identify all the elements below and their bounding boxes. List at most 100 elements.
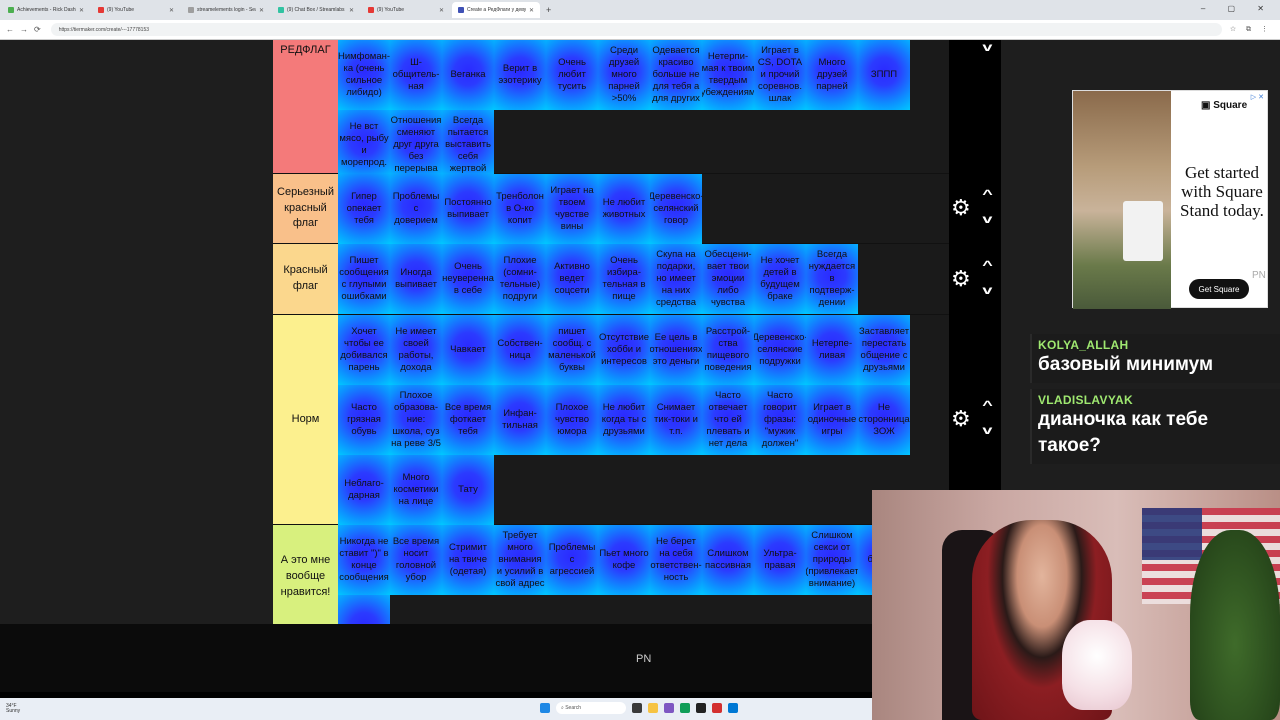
tier-item-card[interactable]: Проблемы с доверием (390, 174, 442, 244)
tier-item-card[interactable]: Всегда нуждается в подтверж-дении (806, 244, 858, 314)
tier-item-card[interactable]: Ее цель в отношениях это деньги (650, 315, 702, 385)
tier-item-card[interactable]: Скупа на подарки, но имеет на них средст… (650, 244, 702, 314)
tier-item-card[interactable]: Среди друзей много парней >50% (598, 40, 650, 110)
tier-item-card[interactable]: Плохие (сомни-тельные) подруги (494, 244, 546, 314)
tier-item-card[interactable]: Часто грязная обувь (338, 385, 390, 455)
tier-item-card[interactable]: Гипер опекает тебя (338, 174, 390, 244)
start-icon[interactable] (540, 703, 550, 713)
app-icon[interactable] (728, 703, 738, 713)
tier-item-card[interactable]: Нетерпи-мая к твоим твердым убеждениям (702, 40, 754, 110)
tier-item-card[interactable]: Инфан-тильная (494, 385, 546, 455)
tier-item-card[interactable]: Ш-общитель-ная (390, 40, 442, 110)
tier-item-card[interactable]: Иногда выпивает (390, 244, 442, 314)
tier-label[interactable]: Норм (273, 315, 338, 524)
tier-item-card[interactable]: Слишком секси от природы (привлекает вни… (806, 525, 858, 595)
tier-item-card[interactable]: Не имеет своей работы, дохода (390, 315, 442, 385)
move-tier-down-icon[interactable]: v (982, 40, 992, 54)
tier-label[interactable]: РЕДФЛАГ (273, 40, 338, 173)
tier-item-card[interactable]: Чавкает (442, 315, 494, 385)
tier-item-card[interactable]: Не хочет детей в будущем браке (754, 244, 806, 314)
tier-item-card[interactable]: Одевается красиво больше не для тебя а д… (650, 40, 702, 110)
chrome-icon[interactable] (680, 703, 690, 713)
tier-item-card[interactable]: Верит в эзотерику (494, 40, 546, 110)
square-ad[interactable]: ▣ Square ▷ ✕ Get started with Square Sta… (1072, 90, 1268, 309)
tier-item-card[interactable]: Много друзей парней (806, 40, 858, 110)
taskbar-search[interactable]: ⌕ Search (556, 702, 626, 714)
tier-item-card[interactable]: Плохое чувство юмора (546, 385, 598, 455)
tier-item-card[interactable]: Не вст мясо, рыбу и морепрод. (338, 110, 390, 180)
tier-item-card[interactable]: Не берет на себя ответствен-ность (650, 525, 702, 595)
browser-tab[interactable]: (9) YouTube ✕ (92, 2, 180, 18)
tier-item-card[interactable]: Играет в одиночные игры (806, 385, 858, 455)
forward-icon[interactable]: → (20, 25, 28, 34)
back-icon[interactable]: ← (6, 25, 14, 34)
tier-item-card[interactable]: Нетерпе-ливая (806, 315, 858, 385)
tier-label[interactable]: Красный флаг (273, 244, 338, 314)
tier-item-card[interactable]: ЗППП (858, 40, 910, 110)
tier-item-card[interactable]: Веганка (442, 40, 494, 110)
app-icon[interactable] (664, 703, 674, 713)
move-tier-up-icon[interactable]: ^ (982, 258, 993, 272)
obs-icon[interactable] (696, 703, 706, 713)
tier-item-card[interactable]: Деревенско-селянский говор (650, 174, 702, 244)
browser-tab[interactable]: Achievements - Rick Dashboard✕ (2, 2, 90, 18)
tier-item-card[interactable]: Активно ведет соцсети (546, 244, 598, 314)
close-tab-icon[interactable]: ✕ (439, 7, 444, 14)
browser-tab[interactable]: streamelements login - Search✕ (182, 2, 270, 18)
tier-item-card[interactable]: Играет на твоем чувстве вины (546, 174, 598, 244)
tier-settings-gear-icon[interactable]: ⚙ (951, 266, 971, 292)
tier-item-card[interactable]: Всегда пытается выставить себя жертвой (442, 110, 494, 180)
file-explorer-icon[interactable] (648, 703, 658, 713)
tier-item-card[interactable]: Плохое образова-ние: школа, суз на реве … (390, 385, 442, 455)
move-tier-up-icon[interactable]: ^ (982, 398, 993, 412)
browser-tab[interactable]: (9) Chat Box / Streamlabs ✕ (272, 2, 360, 18)
tier-item-card[interactable]: Отсутствие хобби и интересов (598, 315, 650, 385)
browser-tab[interactable]: Create a РедФлаги у девушек Ti...✕ (452, 2, 540, 18)
tier-item-card[interactable]: Расстрой-ства пищевого поведения (702, 315, 754, 385)
tier-item-card[interactable]: Стримит на твиче (одетая) (442, 525, 494, 595)
tier-item-card[interactable]: Не любит когда ты с друзьями (598, 385, 650, 455)
tier-item-card[interactable]: Пишет сообщения с глупыми ошибками (338, 244, 390, 314)
window-controls[interactable]: – ▢ ✕ (1201, 4, 1274, 13)
tier-item-card[interactable]: пишет сообщ. с маленькой буквы (546, 315, 598, 385)
tier-item-card[interactable]: Нимфоман-ка (очень сильное либидо) (338, 40, 390, 110)
close-tab-icon[interactable]: ✕ (259, 7, 264, 14)
close-tab-icon[interactable]: ✕ (169, 7, 174, 14)
tier-item-card[interactable]: Очень избира-тельная в пище (598, 244, 650, 314)
tier-label[interactable]: А это мне вообще нравится! (273, 525, 338, 629)
browser-tab[interactable]: (9) YouTube ✕ (362, 2, 450, 18)
tier-item-card[interactable]: Снимает тик-токи и т.п. (650, 385, 702, 455)
reload-icon[interactable]: ⟳ (34, 25, 41, 34)
tier-item-card[interactable]: Обесцени-вает твои эмоции либо чувства (702, 244, 754, 314)
tier-item-card[interactable]: Играет в CS, DOTA и прочий соревнов. шла… (754, 40, 806, 110)
task-view-icon[interactable] (632, 703, 642, 713)
tier-item-card[interactable]: Пьет много кофе (598, 525, 650, 595)
tier-item-card[interactable]: Очень неуверенна в себе (442, 244, 494, 314)
tier-item-card[interactable]: Часто отвечает что ей плевать и нет дела (702, 385, 754, 455)
tier-item-card[interactable]: Ультра-правая (754, 525, 806, 595)
tier-item-card[interactable]: Слишком пассивная (702, 525, 754, 595)
tier-settings-gear-icon[interactable]: ⚙ (951, 406, 971, 432)
close-tab-icon[interactable]: ✕ (79, 7, 84, 14)
tier-item-card[interactable]: Отношения сменяют друг друга без перерыв… (390, 110, 442, 180)
tier-item-card[interactable]: Проблемы с агрессией (546, 525, 598, 595)
tier-item-card[interactable]: Никогда не ставит ")" в конце сообщения (338, 525, 390, 595)
tier-item-card[interactable]: Неблаго-дарная (338, 455, 390, 525)
tier-item-card[interactable]: Заставляет перестать общение с друзьями (858, 315, 910, 385)
url-field[interactable]: https://tiermaker.com/create/---17778153 (50, 23, 1222, 36)
move-tier-up-icon[interactable]: ^ (982, 187, 993, 201)
close-tab-icon[interactable]: ✕ (529, 7, 534, 14)
tier-item-card[interactable]: Все время фоткает тебя (442, 385, 494, 455)
weather-widget[interactable]: 34°F Sunny (6, 703, 20, 715)
tier-item-card[interactable]: Не любит животных (598, 174, 650, 244)
move-tier-down-icon[interactable]: v (982, 423, 992, 437)
move-tier-down-icon[interactable]: v (982, 283, 992, 297)
tier-item-card[interactable]: Деревенско-селянские подружки (754, 315, 806, 385)
tier-item-card[interactable]: Требует много внимания и усилий в свой а… (494, 525, 546, 595)
tier-item-card[interactable]: Тату (442, 455, 494, 525)
tier-item-card[interactable]: Часто говорит фразы: "мужик должен" (754, 385, 806, 455)
toolbar-icons[interactable]: ☆ ⧉ ⋮ (1230, 25, 1272, 34)
tier-settings-gear-icon[interactable]: ⚙ (951, 195, 971, 221)
close-tab-icon[interactable]: ✕ (349, 7, 354, 14)
adchoices-icon[interactable]: ▷ ✕ (1251, 93, 1264, 101)
